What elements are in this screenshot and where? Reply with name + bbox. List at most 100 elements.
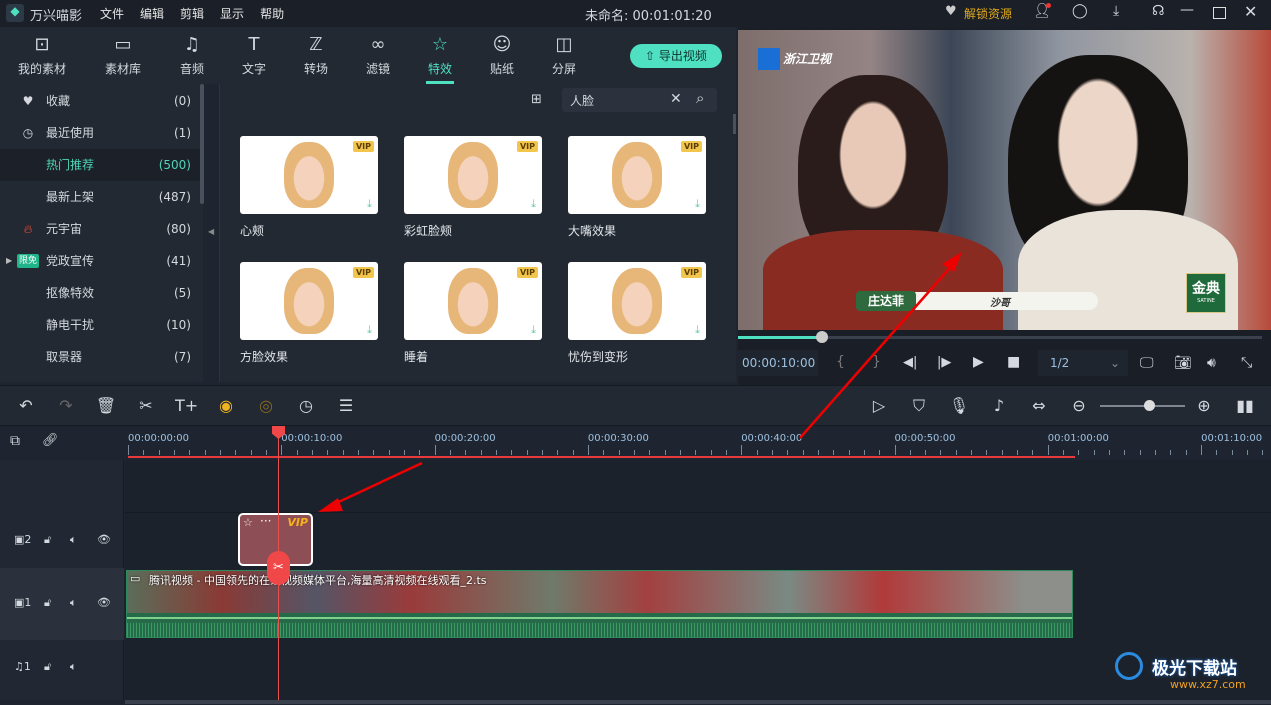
redo-icon[interactable]: ↷: [55, 396, 77, 415]
download-icon[interactable]: ⤓: [367, 197, 372, 211]
tab-library[interactable]: ▭ 素材库: [93, 33, 153, 77]
fullscreen-icon[interactable]: ⤡: [1241, 355, 1252, 371]
audio-detect-icon[interactable]: ◉: [215, 396, 237, 415]
stop-icon[interactable]: ■: [1007, 354, 1020, 370]
category-static[interactable]: 静电干扰 (10): [0, 309, 200, 341]
video-clip[interactable]: ▭ 腾讯视频 - 中国领先的在线视频媒体平台,海量高清视频在线观看_2.ts: [126, 570, 1073, 638]
display-settings-icon[interactable]: 🖵︎: [1140, 355, 1154, 371]
link-icon[interactable]: 🔗︎: [42, 433, 59, 448]
tab-filter[interactable]: ∞ 滤镜: [348, 33, 408, 77]
grid-view-icon[interactable]: ⊞: [531, 92, 542, 107]
category-keying[interactable]: 抠像特效 (5): [0, 277, 200, 309]
clear-search-icon[interactable]: ✕: [670, 91, 682, 107]
play-icon[interactable]: ▶: [973, 354, 984, 370]
fit-timeline-icon[interactable]: ⇔: [1028, 396, 1050, 415]
grid-scrollbar[interactable]: [733, 114, 736, 134]
mute-icon[interactable]: 🔈︎: [70, 533, 77, 547]
menu-file[interactable]: 文件: [100, 7, 124, 21]
unlock-resources-link[interactable]: 解锁资源: [964, 5, 1012, 22]
effect-card[interactable]: VIP ⤓ 心颊: [240, 136, 378, 239]
audio-mixer-icon[interactable]: ♪: [988, 396, 1010, 415]
effect-card[interactable]: VIP ⤓ 大嘴效果: [568, 136, 706, 239]
clip-menu-dots[interactable]: ···: [260, 514, 271, 528]
microphone-icon[interactable]: 🎙︎: [948, 396, 970, 415]
support-headset-icon[interactable]: ☊: [1152, 3, 1164, 19]
category-scrollbar[interactable]: [200, 84, 204, 204]
search-input[interactable]: 人脸 ✕: [562, 88, 717, 112]
render-preview-icon[interactable]: ▷: [868, 396, 890, 415]
previous-frame-icon[interactable]: ◀|: [903, 355, 917, 370]
mute-icon[interactable]: 🔈︎: [70, 660, 77, 674]
cut-scissors-icon[interactable]: ✂: [135, 396, 157, 415]
category-metaverse[interactable]: 🔥︎ 元宇宙 (80): [0, 213, 200, 245]
delete-icon[interactable]: 🗑︎: [95, 396, 117, 415]
marker-icon[interactable]: ⛉: [908, 396, 930, 416]
layout-toggle-icon[interactable]: ▮▮: [1234, 396, 1256, 415]
mute-icon[interactable]: 🔈︎: [70, 596, 77, 610]
menu-help[interactable]: 帮助: [260, 7, 284, 21]
effect-card[interactable]: VIP ⤓ 彩虹脸颊: [404, 136, 542, 239]
timeline-scrollbar[interactable]: [125, 700, 1271, 704]
effect-card[interactable]: VIP ⤓ 睡着: [404, 262, 542, 365]
search-icon[interactable]: ⌕: [696, 89, 704, 107]
lock-icon[interactable]: 🔓︎: [44, 596, 51, 610]
next-frame-icon[interactable]: |▶: [937, 355, 951, 370]
menu-edit[interactable]: 编辑: [140, 7, 164, 21]
progress-handle[interactable]: [815, 331, 828, 343]
category-recent[interactable]: ◷ 最近使用 (1): [0, 117, 200, 149]
tab-split-screen[interactable]: ◫ 分屏: [534, 33, 594, 77]
add-track-icon[interactable]: ⧉: [10, 433, 20, 449]
mark-out-icon[interactable]: }: [872, 354, 881, 370]
tab-sticker[interactable]: ☺ 贴纸: [472, 33, 532, 77]
category-favorites[interactable]: ♥ 收藏 (0): [0, 85, 200, 117]
download-icon[interactable]: ⤓: [367, 323, 372, 337]
maximize-button[interactable]: [1213, 7, 1226, 19]
tab-transition[interactable]: ℤ 转场: [286, 33, 346, 77]
download-icon[interactable]: ⤓: [695, 197, 700, 211]
video-preview[interactable]: 浙江卫视 庄达菲 沙哥 金典 SATINE: [738, 30, 1271, 330]
playback-quality-select[interactable]: 1/2 ⌄: [1038, 350, 1128, 376]
timeline-tracks[interactable]: ☆ ··· VIP ▭ 腾讯视频 - 中国领先的在线视频媒体平台,海量高清视频在…: [125, 460, 1271, 704]
menu-clip[interactable]: 剪辑: [180, 7, 204, 21]
message-icon[interactable]: ◯: [1072, 3, 1088, 19]
undo-icon[interactable]: ↶: [15, 396, 37, 415]
snapshot-camera-icon[interactable]: 📷︎: [1174, 355, 1192, 371]
category-party[interactable]: ▶ 限免 党政宣传 (41): [0, 245, 200, 277]
effect-card[interactable]: VIP ⤓ 忧伤到变形: [568, 262, 706, 365]
add-text-icon[interactable]: T+: [175, 396, 198, 415]
category-viewfinder[interactable]: 取景器 (7): [0, 341, 200, 373]
zoom-slider[interactable]: [1100, 400, 1185, 411]
minimize-button[interactable]: —: [1180, 2, 1194, 18]
effect-card[interactable]: VIP ⤓ 方脸效果: [240, 262, 378, 365]
visibility-eye-icon[interactable]: 👁︎: [97, 596, 111, 609]
lock-icon[interactable]: 🔓︎: [44, 660, 51, 674]
zoom-slider-handle[interactable]: [1144, 400, 1155, 411]
speech-to-text-icon[interactable]: ◎: [255, 396, 277, 415]
expand-arrow-icon[interactable]: ▶: [6, 245, 12, 277]
export-video-button[interactable]: ⇧ 导出视频: [630, 44, 722, 68]
tab-effects[interactable]: ☆ 特效: [410, 33, 470, 84]
download-icon[interactable]: ⤓: [1113, 3, 1119, 19]
category-newest[interactable]: 最新上架 (487): [0, 181, 200, 213]
collapse-panel-icon[interactable]: ◀: [208, 227, 214, 236]
download-icon[interactable]: ⤓: [531, 197, 536, 211]
zoom-in-icon[interactable]: ⊕: [1193, 396, 1215, 415]
zoom-out-icon[interactable]: ⊖: [1068, 396, 1090, 415]
tab-my-media[interactable]: ⊡ 我的素材: [12, 33, 72, 77]
speed-clock-icon[interactable]: ◷: [295, 396, 317, 415]
visibility-eye-icon[interactable]: 👁︎: [97, 533, 111, 546]
tab-audio[interactable]: ♫ 音频: [162, 33, 222, 77]
menu-view[interactable]: 显示: [220, 7, 244, 21]
category-hot[interactable]: 热门推荐 (500): [0, 149, 200, 181]
split-scissors-button[interactable]: ✂: [267, 551, 290, 585]
tab-text[interactable]: T 文字: [224, 33, 284, 77]
ruler-tick: [971, 450, 973, 455]
download-icon[interactable]: ⤓: [695, 323, 700, 337]
lock-icon[interactable]: 🔓︎: [44, 533, 51, 547]
volume-icon[interactable]: 🔊︎: [1207, 355, 1216, 371]
adjust-sliders-icon[interactable]: ☰: [335, 396, 357, 415]
download-icon[interactable]: ⤓: [531, 323, 536, 337]
close-button[interactable]: ✕: [1244, 2, 1257, 21]
timeline-ruler[interactable]: ⧉ 🔗︎ 00:00:00:00 00:00:10:00 00:00:20:00 00…: [0, 425, 1271, 460]
mark-in-icon[interactable]: {: [836, 354, 845, 370]
